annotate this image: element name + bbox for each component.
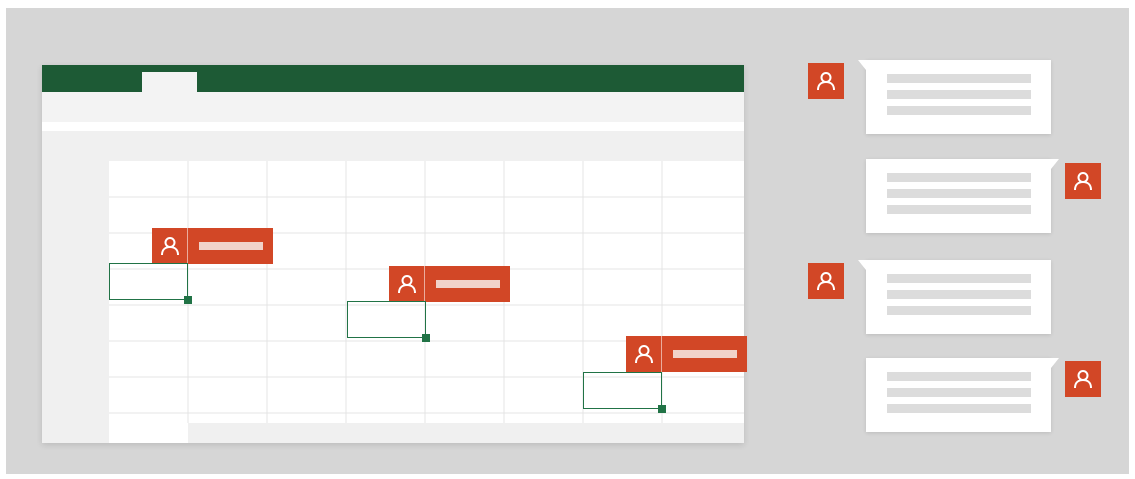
ribbon-active-tab[interactable] [142,72,197,92]
selection-fill-handle[interactable] [184,296,192,304]
collaborator-cursor-1 [152,228,273,264]
comment-text-line [887,372,1031,381]
ribbon-bar [42,65,744,92]
comment-text-line [887,173,1031,182]
comment-text-line [887,205,1031,214]
comment-card-4[interactable] [866,358,1059,432]
selection-fill-handle[interactable] [422,334,430,342]
comment-text-line [887,74,1031,83]
toolbar [42,92,744,122]
collaborator-name-placeholder [435,280,500,288]
person-icon [1065,361,1101,397]
comment-text-line [887,189,1031,198]
collaborator-selection-1 [109,263,188,300]
person-icon [1065,163,1101,199]
collaborator-selection-2 [347,301,426,338]
person-icon [389,266,425,302]
collaborator-name-placeholder [198,242,263,250]
comment-card-3[interactable] [858,260,1051,334]
collaborator-name-placeholder [672,350,737,358]
comment-text-line [887,388,1031,397]
selection-fill-handle[interactable] [658,405,666,413]
person-icon [808,63,844,99]
spreadsheet-window [42,65,747,443]
person-icon [626,336,662,372]
comment-card-2[interactable] [866,159,1059,233]
comment-card-1[interactable] [858,60,1051,134]
collaborator-cursor-3 [626,336,747,372]
comment-text-line [887,306,1031,315]
illustration-canvas [6,8,1129,474]
comment-text-line [887,90,1031,99]
collaborator-selection-3 [583,372,662,409]
row-header-column [42,161,109,443]
formula-bar [42,131,744,161]
comment-text-line [887,290,1031,299]
comment-text-line [887,106,1031,115]
collaborator-cursor-2 [389,266,510,302]
comment-text-line [887,404,1031,413]
person-icon [808,263,844,299]
comment-text-line [887,274,1031,283]
sheet-status-bar [188,423,744,443]
person-icon [152,228,188,264]
